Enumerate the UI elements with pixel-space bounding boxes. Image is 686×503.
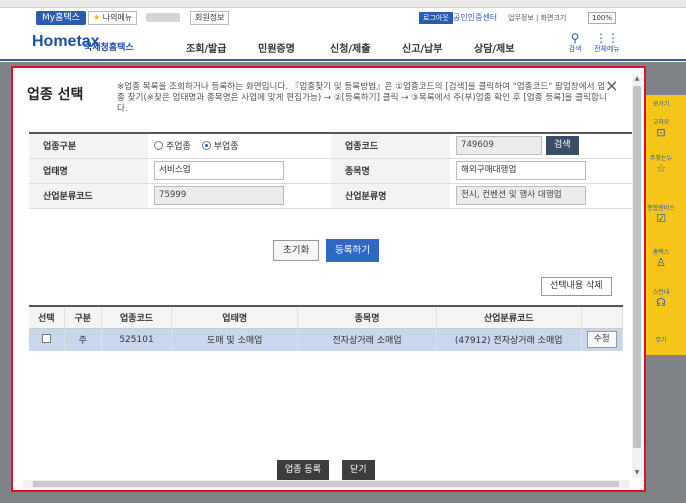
scroll-thumb[interactable] — [633, 86, 641, 448]
code-cell: 749609 검색 — [450, 133, 633, 159]
hscroll-thumb[interactable] — [33, 481, 619, 487]
zoom-control[interactable]: 100% — [588, 12, 617, 24]
quick-item-label: 홈택스 — [652, 249, 670, 256]
nav-application[interactable]: 신청/제출 — [330, 40, 370, 55]
my-menu-label: 나의메뉴 — [102, 13, 133, 22]
table-header-row: 선택 구분 업종코드 업태명 종목명 산업분류코드 — [29, 306, 624, 329]
reset-button[interactable]: 초기화 — [273, 240, 320, 261]
industry-code-label: 산업분류코드 — [29, 183, 148, 209]
quick-item-label: 로가기 — [652, 101, 670, 108]
certificate-center-link[interactable]: 공인인증센터 — [453, 12, 497, 24]
hometax-logo-subtitle: 국세청홈택스 — [84, 43, 134, 53]
item-input[interactable]: 해외구매대행업 — [456, 161, 586, 180]
register-button[interactable]: 등록하기 — [326, 239, 379, 262]
quick-item-label: 종합엔비스 — [647, 205, 675, 212]
search-code-button[interactable]: 검색 — [546, 136, 579, 156]
close-button[interactable]: 닫기 — [342, 460, 375, 480]
industry-list-table: 선택 구분 업종코드 업태명 종목명 산업분류코드 주 525101 도매 및 … — [29, 305, 624, 351]
modal-description: ※업종 목록을 조회하거나 등록하는 화면입니다. 『업종찾기 및 등록방법』은… — [117, 82, 607, 114]
industry-class-name-input[interactable]: 전시, 컨벤션 및 행사 대행업 — [456, 186, 586, 205]
item-cell: 해외구매대행업 — [450, 158, 633, 184]
nav-counsel[interactable]: 상담/제보 — [474, 40, 514, 55]
nav-certificate[interactable]: 민원증명 — [258, 40, 295, 55]
sub-industry-label[interactable]: 부업종 — [214, 142, 239, 152]
edit-button[interactable]: 수정 — [586, 331, 617, 349]
quick-item-label: 고하오 — [652, 119, 670, 126]
all-menu-label: 전체메뉴 — [594, 45, 620, 53]
type-radio-group: 주업종 부업종 — [148, 133, 331, 159]
delete-selected-button[interactable]: 선택내용 삭제 — [541, 277, 612, 296]
close-icon[interactable]: × — [605, 76, 618, 95]
row-action-cell: 수정 — [581, 328, 624, 351]
vertical-scrollbar[interactable]: ▲ ▼ — [632, 74, 642, 478]
industry-name-label: 산업분류명 — [331, 183, 450, 209]
code-label: 업종코드 — [331, 133, 450, 159]
modal-title: 업종 선택 — [27, 87, 84, 103]
industry-code-input[interactable]: 749609 — [456, 136, 542, 156]
item-label: 종목명 — [331, 158, 450, 184]
site-header: Hometax 국세청홈택스 조회/발급 민원증명 신청/제출 신고/납부 상담… — [0, 27, 686, 61]
row-code: 525101 — [101, 328, 173, 351]
my-menu-button[interactable]: ★ 나의메뉴 — [88, 11, 138, 25]
all-menu-button[interactable]: ⋮⋮ 전체메뉴 — [592, 32, 622, 54]
col-industry: 산업분류코드 — [436, 306, 582, 329]
horizontal-scrollbar[interactable] — [23, 480, 629, 488]
business-cell: 서비스업 — [148, 158, 331, 184]
nav-report[interactable]: 신고/납부 — [402, 40, 442, 55]
user-name-blurred — [146, 13, 180, 22]
logout-button[interactable]: 로그아웃 — [419, 12, 453, 24]
row-business: 도매 및 소매업 — [171, 328, 299, 351]
nav-inquiry[interactable]: 조회/발급 — [186, 40, 226, 55]
quick-item-label: 스안내 — [652, 289, 670, 296]
scroll-down-icon[interactable]: ▼ — [632, 468, 642, 478]
quick-item-label: 주찾는뉴 — [649, 155, 673, 162]
sub-industry-radio[interactable] — [201, 141, 211, 151]
row-item: 전자상거래 소매업 — [297, 328, 437, 351]
search-button[interactable]: ⚲ 검색 — [560, 32, 590, 54]
industry-class-code-input[interactable]: 75999 — [154, 186, 284, 205]
industry-select-modal: 업종 선택 ※업종 목록을 조회하거나 등록하는 화면입니다. 『업종찾기 및 … — [11, 66, 646, 492]
row-checkbox[interactable] — [41, 333, 51, 343]
industry-code-cell: 75999 — [148, 183, 331, 209]
quick-item-label: 무기 — [655, 337, 667, 344]
main-industry-label[interactable]: 주업종 — [166, 142, 191, 152]
table-row[interactable]: 주 525101 도매 및 소매업 전자상거래 소매업 (47912) 전자상거… — [29, 328, 624, 351]
col-select: 선택 — [29, 306, 65, 329]
business-input[interactable]: 서비스업 — [154, 161, 284, 180]
my-hometax-button[interactable]: My홈택스 — [36, 11, 86, 25]
col-action — [581, 306, 624, 329]
industry-form: 업종구분 주업종 부업종 업종코드 749609 검색 업태명 서비스업 종목명 … — [29, 132, 633, 209]
grid-icon: ⋮⋮ — [595, 31, 619, 45]
business-label: 업태명 — [29, 158, 148, 184]
star-icon: ★ — [93, 13, 101, 22]
col-business: 업태명 — [171, 306, 299, 329]
industry-name-cell: 전시, 컨벤션 및 행사 대행업 — [450, 183, 633, 209]
member-info-button[interactable]: 회원정보 — [190, 11, 230, 25]
top-links[interactable]: 업무정보 | 화면크기 — [508, 12, 566, 24]
utility-bar: My홈택스 ★ 나의메뉴 회원정보 로그아웃 공인인증센터 업무정보 | 화면크… — [0, 9, 686, 27]
col-kind: 구분 — [64, 306, 102, 329]
scroll-up-icon[interactable]: ▲ — [632, 74, 642, 84]
row-checkbox-cell — [29, 328, 65, 351]
col-item: 종목명 — [297, 306, 437, 329]
main-industry-radio[interactable] — [154, 141, 163, 151]
register-industry-button[interactable]: 업종 등록 — [277, 460, 329, 480]
col-code: 업종코드 — [101, 306, 173, 329]
search-icon: ⚲ — [570, 31, 580, 45]
browser-url-bar — [0, 0, 686, 8]
row-industry: (47912) 전자상거래 소매업 — [436, 328, 582, 351]
row-kind: 주 — [64, 328, 102, 351]
search-label: 검색 — [568, 45, 582, 53]
type-label: 업종구분 — [29, 133, 148, 159]
